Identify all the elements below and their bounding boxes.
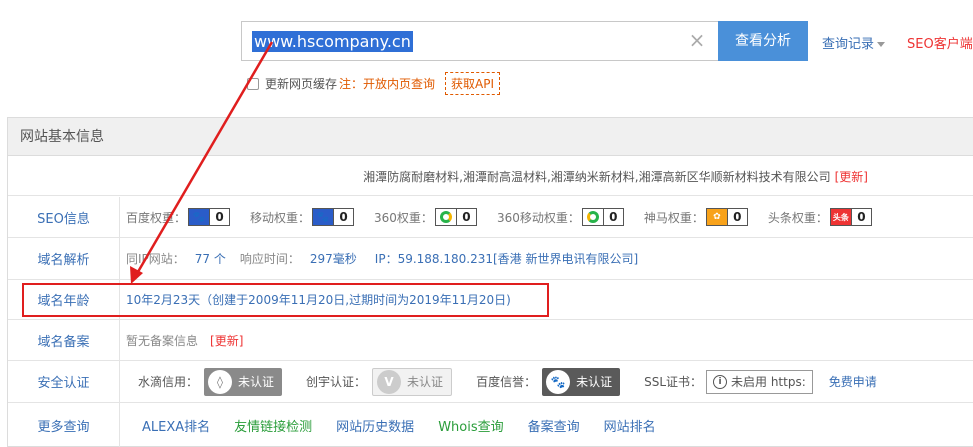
weight-value: 0: [455, 209, 476, 225]
weight-label: 头条权重：: [767, 210, 828, 225]
info-icon: i: [713, 374, 728, 389]
icp-value: 暂无备案信息: [126, 333, 199, 348]
weight-label: 360权重：: [374, 210, 433, 225]
security-label: 安全认证: [8, 361, 120, 402]
friend-link-check-link[interactable]: 友情链接检测: [234, 416, 312, 435]
weight-value: 0: [726, 209, 747, 225]
security-content: 水滴信用： ◊ 未认证 创宇认证： V 未认证 百度信誉： 🐾 未认证 SSL证书： …: [138, 361, 877, 402]
360-icon: [435, 209, 456, 225]
360-mobile-weight-badge[interactable]: 0: [581, 208, 624, 226]
baidu-paw-icon: 🐾: [313, 209, 334, 225]
ssl-status-box: i 未启用 https:: [706, 369, 813, 394]
clear-icon[interactable]: ×: [688, 30, 706, 50]
mobile-weight-badge[interactable]: 🐾 0: [312, 208, 355, 226]
weight-value: 0: [850, 209, 871, 225]
shenma-icon: ✿: [706, 209, 727, 225]
domain-age-row: 域名年龄 10年2月23天（创建于2009年11月20日,过期时间为2019年1…: [8, 280, 973, 320]
query-history-dropdown[interactable]: 查询记录: [822, 33, 886, 52]
same-ip-count[interactable]: 77 个: [195, 250, 226, 267]
chuangyu-status: 未认证: [407, 375, 444, 389]
icp-label: 域名备案: [8, 320, 120, 360]
weight-label: 移动权重：: [250, 210, 311, 225]
panel-title: 网站基本信息: [8, 118, 973, 156]
v-shield-icon: V: [377, 369, 402, 394]
water-drop-icon: ◊: [208, 369, 233, 394]
company-update-link[interactable]: [更新]: [835, 170, 868, 184]
whois-link[interactable]: Whois查询: [438, 416, 503, 435]
toutiao-icon: 头条: [830, 209, 851, 225]
360-weight-badge[interactable]: 0: [434, 208, 477, 226]
domain-age-label: 域名年龄: [8, 280, 120, 319]
weight-label: 神马权重：: [643, 210, 704, 225]
response-time-value: 297毫秒: [309, 252, 357, 266]
company-row: 湘潭防腐耐磨材料,湘潭耐高温材料,湘潭纳米新材料,湘潭高新区华顺新材料技术有限公…: [8, 156, 973, 196]
update-cache-checkbox[interactable]: [247, 77, 259, 90]
company-description: 湘潭防腐耐磨材料,湘潭耐高温材料,湘潭纳米新材料,湘潭高新区华顺新材料技术有限公…: [363, 168, 868, 185]
domain-age-content: 10年2月23天（创建于2009年11月20日,过期时间为2019年11月20日…: [126, 280, 511, 319]
baidu-credit-badge[interactable]: 🐾 未认证: [542, 367, 621, 396]
dns-row: 域名解析 同IP网站： 77 个 响应时间： 297毫秒 IP：59.188.1…: [8, 238, 973, 280]
company-name: 湘潭防腐耐磨材料,湘潭耐高温材料,湘潭纳米新材料,湘潭高新区华顺新材料技术有限公…: [363, 170, 831, 184]
chevron-down-icon: [877, 42, 886, 47]
weight-value: 0: [209, 209, 229, 225]
get-api-button[interactable]: 获取API: [445, 72, 501, 95]
free-apply-link[interactable]: 免费申请: [829, 373, 877, 390]
baidu-paw-icon: 🐾: [189, 209, 210, 225]
analyze-button[interactable]: 查看分析: [718, 21, 808, 61]
baidu-weight-badge[interactable]: 🐾 0: [188, 208, 231, 226]
shenma-weight-badge[interactable]: ✿ 0: [705, 208, 748, 226]
security-row: 安全认证 水滴信用： ◊ 未认证 创宇认证： V 未认证 百度信誉： 🐾 未认证 SS…: [8, 361, 973, 403]
search-input-value: www.hscompany.cn: [252, 31, 413, 52]
ip-info[interactable]: IP：59.188.180.231[香港 新世界电讯有限公司]: [375, 250, 638, 267]
shuidi-cert-badge[interactable]: ◊ 未认证: [204, 367, 283, 396]
site-rank-link[interactable]: 网站排名: [604, 416, 656, 435]
update-cache-label: 更新网页缓存: [265, 77, 338, 91]
cache-row: 更新网页缓存 注：开放内页查询 获取API: [247, 72, 501, 95]
baidu-credit-label: 百度信誉：: [476, 375, 537, 389]
domain-age-value: 10年2月23天（创建于2009年11月20日,过期时间为2019年11月20日…: [126, 293, 511, 307]
weight-value: 0: [333, 209, 353, 225]
same-ip-label: 同IP网站：: [126, 252, 185, 266]
icp-query-link[interactable]: 备案查询: [528, 416, 580, 435]
url-search-input[interactable]: www.hscompany.cn ×: [241, 21, 718, 61]
weight-value: 0: [602, 209, 623, 225]
icp-update-link[interactable]: [更新]: [210, 332, 243, 349]
site-history-link[interactable]: 网站历史数据: [336, 416, 414, 435]
seo-info-row: SEO信息 百度权重： 🐾 0 移动权重： 🐾 0 360权重： 0 360移动权重…: [8, 197, 973, 238]
more-queries-links: ALEXA排名 友情链接检测 网站历史数据 Whois查询 备案查询 网站排名: [142, 403, 680, 447]
toutiao-weight-badge[interactable]: 头条 0: [829, 208, 872, 226]
icp-row: 域名备案 暂无备案信息 [更新]: [8, 320, 973, 361]
weight-label: 百度权重：: [126, 210, 187, 225]
baidu-paw-icon: 🐾: [546, 369, 571, 394]
dns-label: 域名解析: [8, 238, 120, 279]
shuidi-status: 未认证: [238, 375, 275, 389]
dns-content: 同IP网站： 77 个 响应时间： 297毫秒 IP：59.188.180.23…: [126, 238, 638, 279]
baidu-credit-status: 未认证: [576, 375, 613, 389]
icp-content: 暂无备案信息 [更新]: [126, 320, 243, 360]
ssl-label: SSL证书：: [644, 375, 703, 389]
seo-info-label: SEO信息: [8, 197, 120, 237]
weight-label: 360移动权重：: [496, 210, 580, 225]
ssl-status-text: 未启用 https:: [731, 375, 806, 389]
query-history-label: 查询记录: [822, 37, 875, 52]
alexa-rank-link[interactable]: ALEXA排名: [142, 416, 210, 435]
seo-weights: 百度权重： 🐾 0 移动权重： 🐾 0 360权重： 0 360移动权重： 0 神马…: [126, 197, 872, 237]
chuangyu-cert-badge[interactable]: V 未认证: [372, 367, 453, 396]
chuangyu-label: 创宇认证：: [306, 375, 367, 389]
site-basic-info-panel: 网站基本信息 湘潭防腐耐磨材料,湘潭耐高温材料,湘潭纳米新材料,湘潭高新区华顺新…: [7, 117, 973, 447]
response-time-label: 响应时间：: [239, 252, 300, 266]
inner-page-note[interactable]: 注：开放内页查询: [339, 75, 435, 92]
more-queries-row: 更多查询 ALEXA排名 友情链接检测 网站历史数据 Whois查询 备案查询 …: [8, 403, 973, 447]
360-icon: [583, 209, 603, 225]
top-search-area: www.hscompany.cn × 查看分析 查询记录 SEO客户端 更新网页…: [0, 0, 973, 110]
shuidi-label: 水滴信用：: [138, 375, 199, 389]
more-queries-label: 更多查询: [8, 403, 120, 447]
seo-client-link[interactable]: SEO客户端: [907, 33, 973, 52]
